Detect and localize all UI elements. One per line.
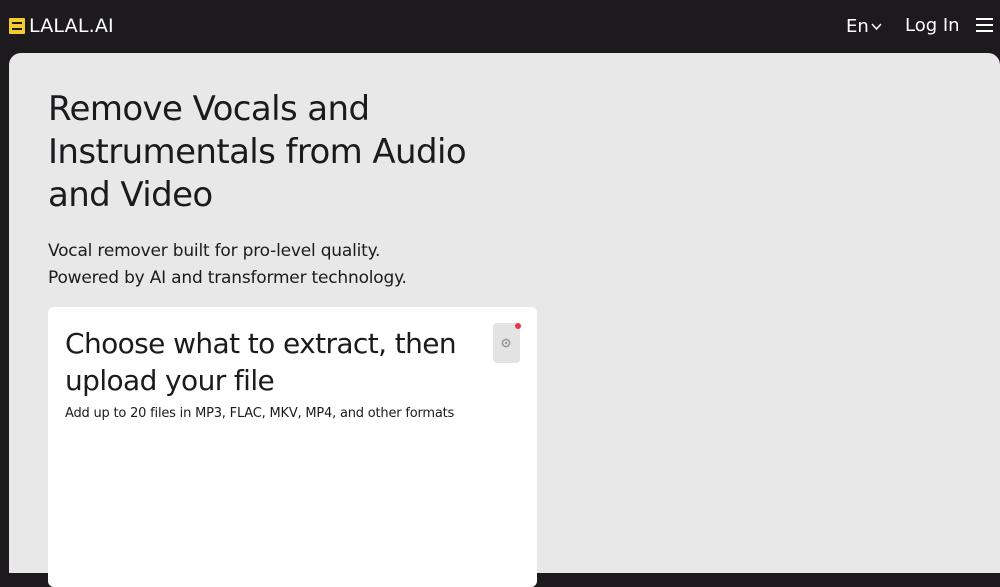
page-title: Remove Vocals and Instrumentals from Aud… [48,89,467,215]
upload-format-hint: Add up to 20 files in MP3, FLAC, MKV, MP… [65,406,455,421]
language-label: En [846,15,869,37]
notification-dot-icon [515,323,521,329]
logo-link[interactable]: LALAL.AI [9,13,114,39]
subtitle-line-technology: Powered by AI and transformer technology… [48,268,407,288]
language-selector[interactable]: En [846,13,882,39]
logo-text: LALAL.AI [29,15,114,37]
hamburger-menu-icon[interactable] [976,17,993,33]
page-subtitle: Vocal remover built for pro-level qualit… [48,238,508,292]
separation-settings-button[interactable] [493,323,521,363]
upload-card-title: Choose what to extract, then upload your… [65,327,457,397]
main-content: Remove Vocals and Instrumentals from Aud… [9,53,1000,587]
chevron-down-icon [871,22,882,30]
upload-card: Choose what to extract, then upload your… [48,307,537,587]
subtitle-line-quality: Vocal remover built for pro-level qualit… [48,241,381,261]
login-button[interactable]: Log In [905,13,960,39]
top-navigation-bar: LALAL.AI En Log In [0,0,1000,53]
gear-icon [501,338,511,348]
lalal-logo-icon [9,18,25,34]
